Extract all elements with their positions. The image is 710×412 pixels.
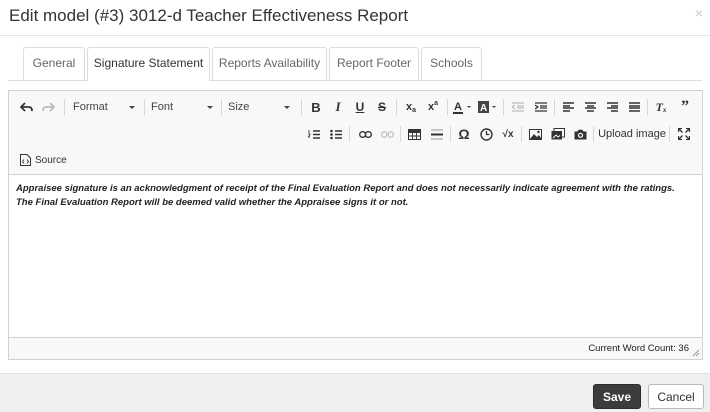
camera-icon[interactable] [570, 124, 590, 144]
svg-text:A: A [480, 103, 487, 114]
align-left-icon[interactable] [558, 97, 578, 117]
close-icon[interactable]: × [695, 6, 703, 20]
editor-toolbar: Format Font Size B I U S xa xa A A T x ”… [9, 91, 702, 175]
content-paragraph-1: Appraisee signature is an acknowledgment… [16, 183, 675, 194]
upload-image-button[interactable]: Upload image [598, 124, 666, 144]
cancel-button[interactable]: Cancel [648, 384, 704, 409]
format-label: Format [73, 101, 108, 113]
subscript-icon[interactable]: xa [401, 97, 421, 117]
image-gallery-icon[interactable] [548, 124, 568, 144]
tab-general[interactable]: General [23, 47, 85, 80]
tab-signature-statement[interactable]: Signature Statement [87, 47, 210, 81]
underline-icon[interactable]: U [350, 97, 370, 117]
text-color-icon[interactable]: A [452, 97, 474, 117]
strikethrough-icon[interactable]: S [372, 97, 392, 117]
rich-text-editor: Format Font Size B I U S xa xa A A T x ”… [8, 90, 703, 360]
word-count: Current Word Count: 36 [588, 343, 689, 354]
math-formula-icon[interactable]: √x [498, 124, 518, 144]
unlink-icon[interactable] [377, 124, 397, 144]
superscript-icon[interactable]: xa [423, 97, 443, 117]
editor-content-area[interactable]: Appraisee signature is an acknowledgment… [9, 175, 702, 337]
content-paragraph-2: The Final Evaluation Report will be deem… [16, 197, 409, 208]
link-icon[interactable] [355, 124, 375, 144]
align-justify-icon[interactable] [624, 97, 644, 117]
increase-indent-icon[interactable] [531, 97, 551, 117]
table-icon[interactable] [404, 124, 424, 144]
bold-icon[interactable]: B [306, 97, 326, 117]
maximize-icon[interactable] [674, 124, 694, 144]
modal-header: Edit model (#3) 3012-d Teacher Effective… [0, 0, 710, 36]
size-label: Size [228, 101, 250, 113]
svg-text:A: A [454, 101, 462, 113]
tab-reports-availability[interactable]: Reports Availability [212, 47, 327, 80]
image-icon[interactable] [525, 124, 545, 144]
tab-report-footer[interactable]: Report Footer [329, 47, 419, 80]
background-color-icon[interactable]: A [477, 97, 499, 117]
undo-icon[interactable] [18, 97, 34, 117]
format-dropdown[interactable]: Format [73, 97, 135, 117]
source-button[interactable]: Source [20, 150, 78, 170]
source-icon [20, 154, 31, 166]
numbered-list-icon[interactable] [304, 124, 324, 144]
align-center-icon[interactable] [580, 97, 600, 117]
size-dropdown[interactable]: Size [228, 97, 290, 117]
editor-statusbar: Current Word Count: 36 [9, 337, 702, 359]
blockquote-icon[interactable]: ” [674, 97, 696, 117]
special-character-icon[interactable]: Ω [454, 124, 474, 144]
italic-icon[interactable]: I [328, 97, 348, 117]
modal-title: Edit model (#3) 3012-d Teacher Effective… [9, 6, 409, 25]
decrease-indent-icon[interactable] [508, 97, 528, 117]
horizontal-line-icon[interactable] [427, 124, 447, 144]
font-dropdown[interactable]: Font [151, 97, 213, 117]
bulleted-list-icon[interactable] [326, 124, 346, 144]
modal-footer: Save Cancel [0, 373, 710, 412]
remove-format-icon[interactable]: Tx [651, 97, 671, 117]
tab-schools[interactable]: Schools [421, 47, 482, 80]
align-right-icon[interactable] [602, 97, 622, 117]
redo-icon[interactable] [40, 97, 56, 117]
save-button[interactable]: Save [593, 384, 641, 409]
clock-icon[interactable] [476, 124, 496, 144]
font-label: Font [151, 101, 174, 113]
resize-handle-icon[interactable] [692, 349, 700, 357]
source-label: Source [35, 154, 67, 166]
